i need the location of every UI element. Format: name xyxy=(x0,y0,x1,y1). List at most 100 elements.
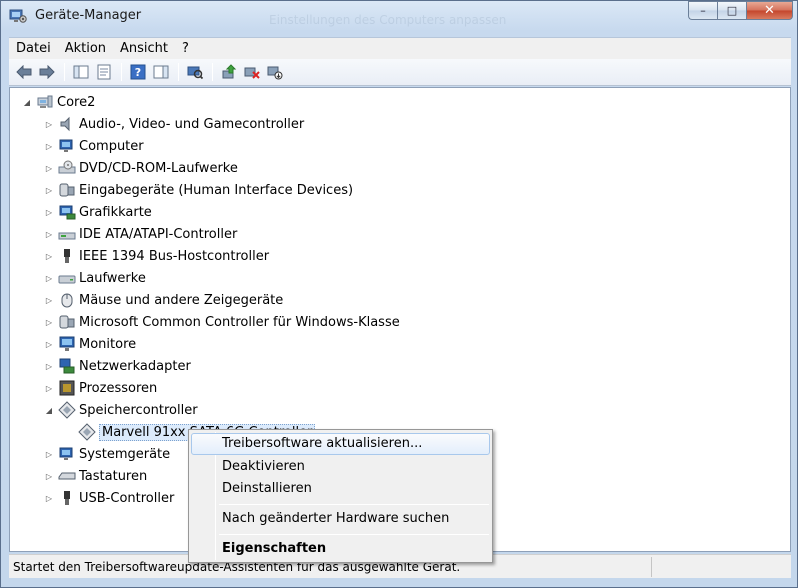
firewire-icon xyxy=(58,247,76,265)
expand-arrow-icon[interactable]: ▷ xyxy=(44,295,54,305)
tree-item-usb[interactable]: ▷ USB-Controller xyxy=(44,487,174,509)
menu-datei[interactable]: Datei xyxy=(9,38,58,60)
tree-root-label: Core2 xyxy=(57,94,96,110)
menu-item-uninstall[interactable]: Deinstallieren xyxy=(191,478,490,500)
storage-controller-icon xyxy=(78,423,96,441)
expand-arrow-icon[interactable]: ▷ xyxy=(44,229,54,239)
device-manager-window: Einstellungen des Computers anpassen Ger… xyxy=(0,0,798,588)
tree-item-monitors[interactable]: ▷ Monitore xyxy=(44,333,136,355)
expand-arrow-icon[interactable]: ▷ xyxy=(44,383,54,393)
expand-arrow-icon[interactable]: ▷ xyxy=(44,317,54,327)
tree-item-processors[interactable]: ▷ Prozessoren xyxy=(44,377,157,399)
tree-item-system-devices[interactable]: ▷ Systemgeräte xyxy=(44,443,170,465)
close-icon: ✕ xyxy=(764,3,775,18)
back-icon xyxy=(16,65,32,79)
tree-item-label: Microsoft Common Controller für Windows-… xyxy=(79,314,400,330)
tree-item-ieee1394[interactable]: ▷ IEEE 1394 Bus-Hostcontroller xyxy=(44,245,269,267)
console-tree-button[interactable] xyxy=(70,61,92,83)
menu-item-update-driver[interactable]: Treibersoftware aktualisieren... xyxy=(191,433,490,455)
help-toolbar-button[interactable]: ? xyxy=(127,61,149,83)
ide-controller-icon xyxy=(58,225,76,243)
expand-arrow-icon[interactable]: ▷ xyxy=(44,471,54,481)
expand-arrow-icon[interactable]: ▷ xyxy=(44,339,54,349)
tree-item-audio[interactable]: ▷ Audio-, Video- und Gamecontroller xyxy=(44,113,304,135)
menu-item-disable[interactable]: Deaktivieren xyxy=(191,456,490,478)
expand-arrow-icon[interactable]: ▷ xyxy=(44,141,54,151)
expand-arrow-icon[interactable]: ▷ xyxy=(44,207,54,217)
disable-icon xyxy=(267,66,283,80)
expand-arrow-icon[interactable]: ▷ xyxy=(44,273,54,283)
menu-bar: Datei Aktion Ansicht ? xyxy=(9,37,791,59)
menu-ansicht[interactable]: Ansicht xyxy=(113,38,175,60)
maximize-icon: □ xyxy=(726,4,738,17)
tree-item-label: Laufwerke xyxy=(79,270,146,286)
menu-item-scan-hardware[interactable]: Nach geänderter Hardware suchen xyxy=(191,508,490,530)
tree-item-label: Mäuse und andere Zeigegeräte xyxy=(79,292,284,308)
tree-item-hid[interactable]: ▷ Eingabegeräte (Human Interface Devices… xyxy=(44,179,353,201)
keyboard-icon xyxy=(58,467,76,485)
svg-text:?: ? xyxy=(135,66,141,79)
toolbar: ? xyxy=(9,59,791,86)
collapse-arrow-icon[interactable]: ◢ xyxy=(22,97,32,107)
expand-arrow-icon[interactable]: ▷ xyxy=(44,185,54,195)
title-bar[interactable]: Geräte-Manager – □ ✕ xyxy=(1,1,797,31)
tree-item-label: IEEE 1394 Bus-Hostcontroller xyxy=(79,248,270,264)
properties-toolbar-button[interactable] xyxy=(93,61,115,83)
tree-item-keyboards[interactable]: ▷ Tastaturen xyxy=(44,465,147,487)
update-driver-button[interactable] xyxy=(218,61,240,83)
menu-aktion[interactable]: Aktion xyxy=(58,38,113,60)
tree-root-row[interactable]: ◢ Core2 xyxy=(22,91,95,113)
menu-separator xyxy=(219,504,489,505)
uninstall-button[interactable] xyxy=(241,61,263,83)
system-devices-icon xyxy=(58,445,76,463)
tree-item-label: Eingabegeräte (Human Interface Devices) xyxy=(79,182,354,198)
toolbar-separator xyxy=(121,63,122,81)
tree-item-network[interactable]: ▷ Netzwerkadapter xyxy=(44,355,191,377)
tree-item-display-adapter[interactable]: ▷ Grafikkarte xyxy=(44,201,152,223)
disable-button[interactable] xyxy=(264,61,286,83)
action-pane-button[interactable] xyxy=(150,61,172,83)
tree-item-ms-controller[interactable]: ▷ Microsoft Common Controller für Window… xyxy=(44,311,400,333)
close-button[interactable]: ✕ xyxy=(746,1,793,20)
tree-item-label: Systemgeräte xyxy=(79,446,171,462)
collapse-arrow-icon[interactable]: ◢ xyxy=(44,405,54,415)
expand-arrow-icon[interactable]: ▷ xyxy=(44,361,54,371)
caption-buttons: – □ ✕ xyxy=(688,1,793,20)
computer-root-icon xyxy=(36,93,54,111)
tree-item-label: Monitore xyxy=(79,336,137,352)
back-button[interactable] xyxy=(13,61,35,83)
tree-item-label: Audio-, Video- und Gamecontroller xyxy=(79,116,305,132)
usb-icon xyxy=(58,489,76,507)
tree-item-mice[interactable]: ▷ Mäuse und andere Zeigegeräte xyxy=(44,289,283,311)
menu-item-label: Deinstallieren xyxy=(222,481,312,496)
scan-hardware-button[interactable] xyxy=(184,61,206,83)
tree-item-ide[interactable]: ▷ IDE ATA/ATAPI-Controller xyxy=(44,223,237,245)
expand-arrow-icon[interactable]: ▷ xyxy=(44,119,54,129)
minimize-button[interactable]: – xyxy=(688,1,717,20)
tree-item-label: Tastaturen xyxy=(79,468,148,484)
tree-item-dvd[interactable]: ▷ DVD/CD-ROM-Laufwerke xyxy=(44,157,238,179)
menu-item-properties[interactable]: Eigenschaften xyxy=(191,538,490,560)
tree-item-computer[interactable]: ▷ Computer xyxy=(44,135,144,157)
help-icon: ? xyxy=(130,64,146,80)
scan-hardware-icon xyxy=(187,66,203,80)
maximize-button[interactable]: □ xyxy=(717,1,746,20)
expand-arrow-icon[interactable]: ▷ xyxy=(44,493,54,503)
menu-help[interactable]: ? xyxy=(175,38,196,60)
menu-separator xyxy=(219,534,489,535)
tree-item-disk-drives[interactable]: ▷ Laufwerke xyxy=(44,267,146,289)
expand-arrow-icon[interactable]: ▷ xyxy=(44,449,54,459)
tree-item-storage-controllers[interactable]: ◢ Speichercontroller xyxy=(44,399,198,421)
toolbar-separator xyxy=(64,63,65,81)
forward-button[interactable] xyxy=(36,61,58,83)
menu-item-label: Eigenschaften xyxy=(222,541,327,556)
hid-icon xyxy=(58,181,76,199)
menu-item-label: Deaktivieren xyxy=(222,459,305,474)
disk-drive-icon xyxy=(58,269,76,287)
storage-controller-icon xyxy=(58,401,76,419)
uninstall-icon xyxy=(244,67,260,79)
expand-arrow-icon[interactable]: ▷ xyxy=(44,251,54,261)
tree-item-label: Grafikkarte xyxy=(79,204,152,220)
expand-arrow-icon[interactable]: ▷ xyxy=(44,163,54,173)
display-adapter-icon xyxy=(58,203,76,221)
